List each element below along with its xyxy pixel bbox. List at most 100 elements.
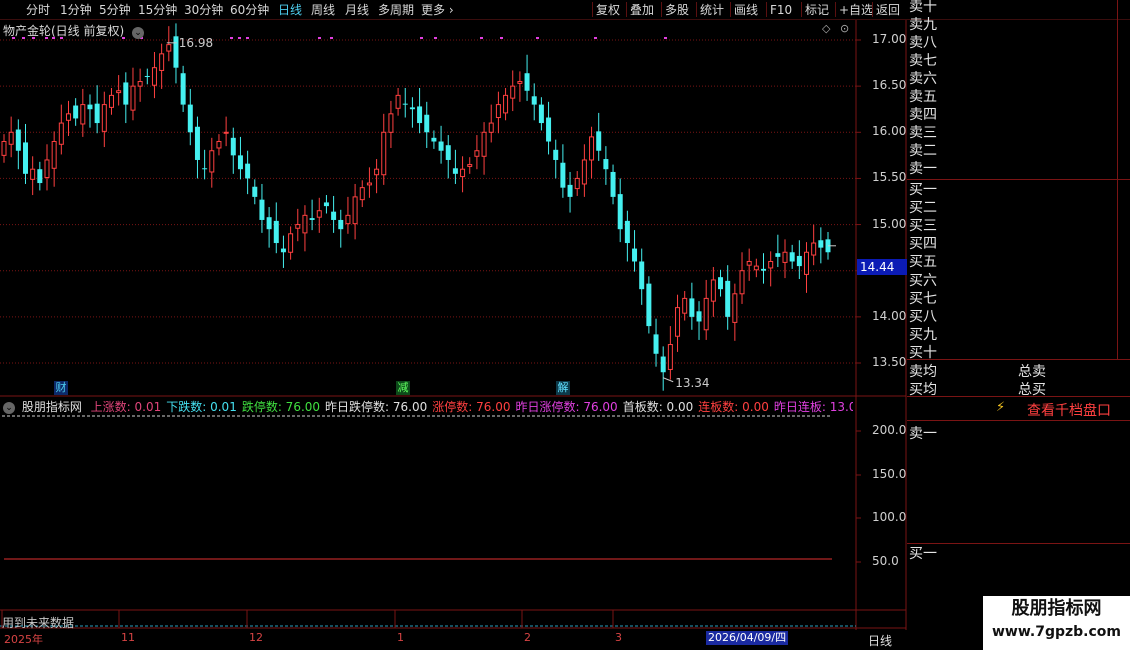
buy-level-6[interactable]: 买六 <box>909 272 937 290</box>
candle-up <box>589 136 595 161</box>
candle-up <box>804 251 810 275</box>
candle-up <box>710 279 716 302</box>
candle-down <box>73 105 79 119</box>
candle-down <box>87 104 93 110</box>
indicator-tick-label: 100.0 <box>872 510 907 524</box>
candle-up <box>159 53 165 71</box>
period-label[interactable]: 日线 <box>868 632 892 649</box>
candle-down <box>775 253 781 257</box>
candle-up <box>782 251 788 263</box>
toolbar-tab-7[interactable]: 周线 <box>311 1 335 19</box>
toolbar-tab-6[interactable]: 日线 <box>278 1 302 19</box>
date-tick-label: 11 <box>121 631 135 644</box>
toolbar-separator <box>766 2 767 17</box>
toolbar-btn-2[interactable]: 多股 <box>665 1 689 19</box>
candle-down <box>409 107 415 110</box>
sell-level-5[interactable]: 卖五 <box>909 88 937 106</box>
toolbar-tab-2[interactable]: 5分钟 <box>99 1 131 19</box>
sell-level-1[interactable]: 卖一 <box>909 160 937 178</box>
candle-down <box>431 137 437 142</box>
toolbar-tab-10[interactable]: 更多 › <box>421 1 454 19</box>
candle-down <box>252 186 258 197</box>
toolbar-btn-5[interactable]: F10 <box>770 1 792 19</box>
sell-level-2[interactable]: 卖二 <box>909 142 937 160</box>
date-tick-label: 3 <box>615 631 622 644</box>
buy-level-8[interactable]: 买八 <box>909 308 937 326</box>
candle-up <box>302 214 308 234</box>
buy-level-1[interactable]: 买一 <box>909 181 937 199</box>
toolbar-separator <box>730 2 731 17</box>
toolbar-btn-3[interactable]: 统计 <box>700 1 724 19</box>
toolbar-btn-4[interactable]: 画线 <box>734 1 758 19</box>
price-tick-label: 17.00 <box>872 32 907 46</box>
buy-level-9[interactable]: 买九 <box>909 326 937 344</box>
toolbar-tab-3[interactable]: 15分钟 <box>138 1 177 19</box>
candle-down <box>603 159 609 170</box>
candle-up <box>732 293 738 323</box>
candle-up <box>581 159 587 185</box>
candle-down <box>789 252 795 262</box>
buy-level-2[interactable]: 买二 <box>909 199 937 217</box>
candle-down <box>424 114 430 133</box>
event-mark-finance[interactable]: 财 <box>54 381 68 395</box>
event-mark-unlock[interactable]: 解 <box>556 381 570 395</box>
settings-icon[interactable]: ⊙ <box>840 22 849 35</box>
orderbook-mid-line <box>907 179 1130 180</box>
toolbar-tab-9[interactable]: 多周期 <box>378 1 414 19</box>
sell-level-10[interactable]: 卖十 <box>909 0 937 16</box>
candle-down <box>94 103 100 124</box>
sell-level-4[interactable]: 卖四 <box>909 106 937 124</box>
candle-up <box>495 104 501 119</box>
qiandang-button[interactable]: 查看千档盘口 <box>1027 400 1111 420</box>
candle-up <box>517 81 523 84</box>
toolbar-separator <box>801 2 802 17</box>
chart-canvas[interactable]: 16.98 13.34 <box>0 20 908 630</box>
toolbar-separator <box>696 2 697 17</box>
sell-level-7[interactable]: 卖七 <box>909 52 937 70</box>
buy-level-4[interactable]: 买四 <box>909 235 937 253</box>
candle-up <box>503 94 509 114</box>
candle-up <box>166 44 172 52</box>
toolbar-separator <box>592 2 593 17</box>
toolbar-btn-1[interactable]: 叠加 <box>630 1 654 19</box>
sell1-label: 卖一 <box>909 426 937 442</box>
buy-level-7[interactable]: 买七 <box>909 290 937 308</box>
price-tick-label: 16.00 <box>872 124 907 139</box>
avg-sell-label: 卖均 <box>909 364 937 380</box>
candle-down <box>309 218 315 220</box>
candle-down <box>37 169 43 184</box>
candle-up <box>374 168 380 176</box>
event-mark-reduce[interactable]: 减 <box>396 381 410 395</box>
toolbar-tab-1[interactable]: 1分钟 <box>60 1 92 19</box>
sell-level-6[interactable]: 卖六 <box>909 70 937 88</box>
diamond-icon[interactable]: ◇ <box>822 22 830 35</box>
chevron-down-icon[interactable]: ⌄ <box>3 401 15 414</box>
candle-down <box>617 194 623 230</box>
toolbar-tab-0[interactable]: 分时 <box>26 1 50 19</box>
marker-dot <box>594 37 597 39</box>
toolbar-btn-7[interactable]: +自选 <box>839 1 873 19</box>
sell-level-8[interactable]: 卖八 <box>909 34 937 52</box>
chart-title: 物产金轮(日线 前复权) <box>3 24 125 38</box>
watermark: 股朋指标网 www.7gpzb.com <box>983 596 1130 650</box>
orderbook-sell1-line <box>907 420 1130 421</box>
sell-level-3[interactable]: 卖三 <box>909 124 937 142</box>
buy-level-3[interactable]: 买三 <box>909 217 937 235</box>
candle-up <box>388 113 394 133</box>
candle-down <box>237 155 243 170</box>
buy-level-5[interactable]: 买五 <box>909 253 937 271</box>
toolbar-btn-8[interactable]: 返回 <box>876 1 900 19</box>
candle-up <box>703 297 709 331</box>
toolbar-tab-4[interactable]: 30分钟 <box>184 1 223 19</box>
candle-down <box>266 217 272 230</box>
chevron-down-icon[interactable]: ⌄ <box>132 27 145 39</box>
toolbar-btn-6[interactable]: 标记 <box>805 1 829 19</box>
sell-level-9[interactable]: 卖九 <box>909 16 937 34</box>
candle-down <box>22 142 28 174</box>
toolbar-tab-5[interactable]: 60分钟 <box>230 1 269 19</box>
toolbar-tab-8[interactable]: 月线 <box>345 1 369 19</box>
indicator-tick-label: 200.0 <box>872 423 907 437</box>
toolbar-btn-0[interactable]: 复权 <box>596 1 620 19</box>
toolbar-separator <box>835 2 836 17</box>
indicator-value-6: 首板数: 0.00 <box>622 400 694 414</box>
